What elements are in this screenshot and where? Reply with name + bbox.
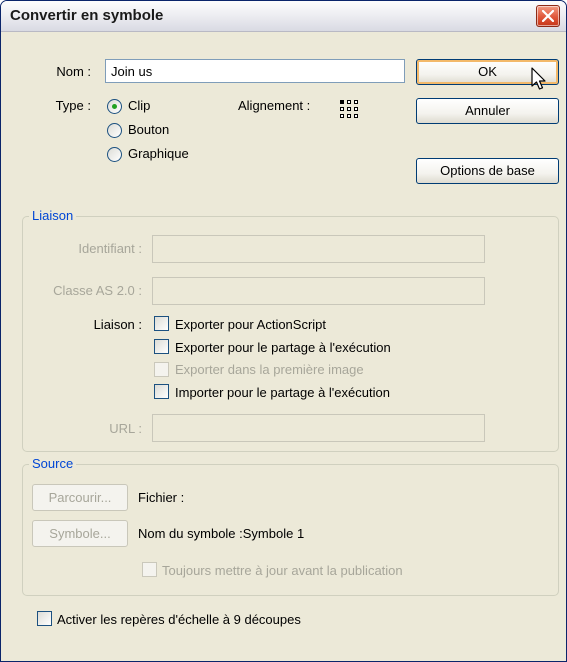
import-runtime-sharing-checkbox[interactable] (154, 384, 169, 399)
export-runtime-sharing-label: Exporter pour le partage à l'exécution (175, 340, 391, 355)
registration-point-bottom-center[interactable] (347, 114, 351, 118)
export-first-frame-label: Exporter dans la première image (175, 362, 364, 377)
radio-selected-dot (112, 104, 117, 109)
registration-point-center[interactable] (347, 107, 351, 111)
import-runtime-sharing-label: Importer pour le partage à l'exécution (175, 385, 390, 400)
url-input[interactable] (152, 414, 485, 442)
registration-point-bottom-left[interactable] (340, 114, 344, 118)
symbol-name-text: Nom du symbole :Symbole 1 (138, 526, 305, 541)
name-input[interactable] (105, 59, 405, 83)
url-label: URL : (109, 421, 142, 436)
registration-point-top-right[interactable] (354, 100, 358, 104)
convert-to-symbol-dialog: Convertir en symbole Nom : Type : Clip B… (0, 0, 567, 662)
scale9-guides-checkbox[interactable] (37, 611, 52, 626)
identifier-input[interactable] (152, 235, 485, 263)
linkage-label: Liaison : (93, 317, 142, 332)
export-runtime-sharing-checkbox[interactable] (154, 339, 169, 354)
file-label: Fichier : (138, 490, 185, 505)
scale9-guides-label: Activer les repères d'échelle à 9 découp… (57, 612, 301, 627)
cancel-button[interactable]: Annuler (416, 98, 559, 124)
registration-point-middle-right[interactable] (354, 107, 358, 111)
registration-point-top-left[interactable] (340, 100, 344, 104)
radio-clip-label: Clip (128, 98, 151, 113)
class-input[interactable] (152, 277, 485, 305)
always-update-checkbox[interactable] (142, 562, 157, 577)
radio-button[interactable] (107, 123, 122, 138)
linkage-group-title: Liaison (29, 208, 77, 223)
window-title: Convertir en symbole (10, 7, 164, 24)
mouse-cursor-icon (531, 67, 546, 90)
alignment-label: Alignement : (238, 98, 311, 113)
basic-options-button[interactable]: Options de base (416, 158, 559, 184)
name-label: Nom : (56, 64, 91, 79)
source-group-title: Source (29, 456, 77, 471)
radio-clip[interactable] (107, 99, 122, 114)
registration-grid-icon[interactable] (340, 100, 358, 118)
class-label: Classe AS 2.0 : (53, 283, 142, 298)
radio-graphic-label: Graphique (128, 146, 189, 161)
identifier-label: Identifiant : (78, 241, 142, 256)
type-label: Type : (55, 98, 91, 113)
radio-graphic[interactable] (107, 147, 122, 162)
export-actionscript-checkbox[interactable] (154, 316, 169, 331)
close-button[interactable] (536, 5, 560, 27)
registration-point-middle-left[interactable] (340, 107, 344, 111)
browse-button[interactable]: Parcourir... (32, 484, 128, 511)
registration-point-bottom-right[interactable] (354, 114, 358, 118)
symbol-button[interactable]: Symbole... (32, 520, 128, 547)
title-bar[interactable]: Convertir en symbole (1, 1, 566, 32)
radio-button-label: Bouton (128, 122, 170, 137)
export-first-frame-checkbox[interactable] (154, 362, 169, 377)
export-actionscript-label: Exporter pour ActionScript (175, 317, 327, 332)
always-update-label: Toujours mettre à jour avant la publicat… (162, 563, 403, 578)
close-icon (542, 10, 554, 22)
registration-point-top-center[interactable] (347, 100, 351, 104)
